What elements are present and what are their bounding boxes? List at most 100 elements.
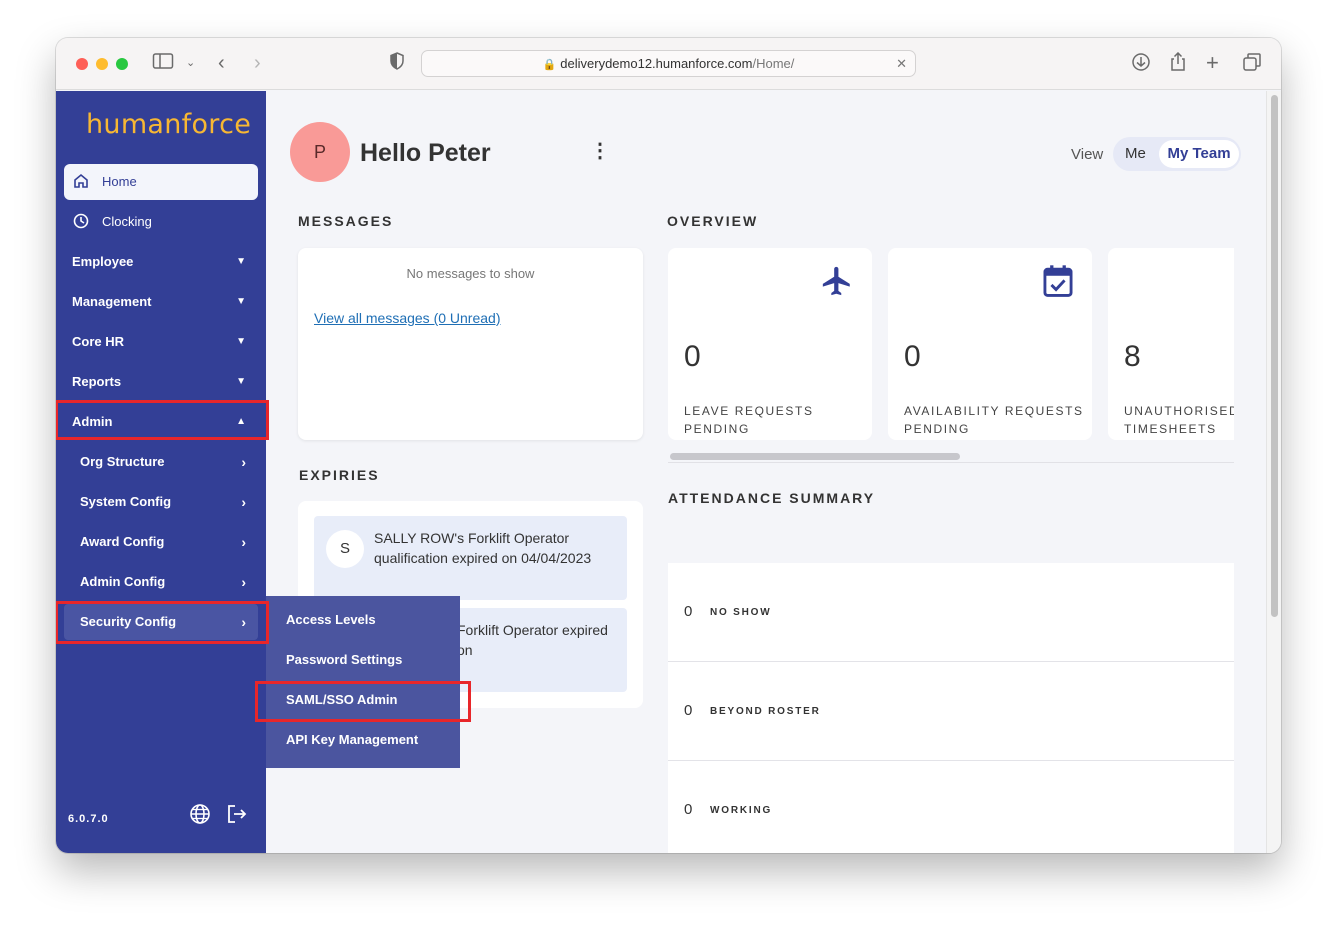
sidebar-toggle-icon[interactable]: [152, 52, 174, 74]
view-me-button[interactable]: Me: [1125, 137, 1146, 171]
clear-url-icon[interactable]: ✕: [896, 51, 907, 76]
overview-value: 0: [904, 340, 921, 373]
zoom-window-button[interactable]: [116, 58, 128, 70]
messages-card: No messages to show View all messages (0…: [298, 248, 643, 440]
highlight-security-config: [56, 601, 269, 644]
browser-toolbar: ⌄ ‹ › 🔒 deliverydemo12.humanforce.com/Hom…: [56, 38, 1281, 90]
sidebar: humanforce Home Clocking Employee ▼ Mana…: [56, 91, 266, 853]
attendance-row-no-show[interactable]: 0 NO SHOW: [668, 563, 1234, 662]
overview-scroll-thumb[interactable]: [670, 453, 960, 460]
menu-item-password-settings[interactable]: Password Settings: [266, 640, 460, 680]
chevron-down-icon: ▼: [236, 256, 246, 267]
expiries-title: EXPIRIES: [299, 467, 380, 483]
sidebar-item-label: Management: [72, 294, 152, 309]
sidebar-item-home[interactable]: Home: [64, 164, 258, 200]
address-bar[interactable]: 🔒 deliverydemo12.humanforce.com/Home/ ✕: [421, 50, 916, 77]
chevron-down-icon: ▼: [236, 376, 246, 387]
sidebar-item-system-config[interactable]: System Config ›: [64, 484, 258, 520]
minimize-window-button[interactable]: [96, 58, 108, 70]
view-label: View: [1071, 146, 1104, 163]
overview-value: 8: [1124, 340, 1141, 373]
overview-card-timesheets[interactable]: 8 UNAUTHORISED TIMESHEETS: [1108, 248, 1234, 440]
overview-card-leave[interactable]: 0 LEAVE REQUESTS PENDING: [668, 248, 872, 440]
sidebar-item-label: Home: [102, 174, 137, 189]
url-domain: deliverydemo12.humanforce.com: [560, 56, 753, 71]
chevron-right-icon: ›: [241, 574, 246, 590]
version-label: 6.0.7.0: [68, 813, 109, 825]
view-all-messages-link[interactable]: View all messages (0 Unread): [314, 310, 501, 326]
sidebar-item-label: Reports: [72, 374, 122, 389]
sidebar-item-employee[interactable]: Employee ▼: [64, 244, 258, 280]
globe-icon[interactable]: [189, 803, 211, 831]
tab-overview-icon[interactable]: [1242, 52, 1262, 74]
sidebar-item-admin-config[interactable]: Admin Config ›: [64, 564, 258, 600]
overview-title: OVERVIEW: [667, 213, 759, 229]
menu-item-api-key-management[interactable]: API Key Management: [266, 720, 460, 760]
airplane-icon: [820, 264, 854, 306]
sidebar-item-clocking[interactable]: Clocking: [64, 204, 258, 240]
clock-icon: [72, 204, 90, 240]
attendance-row-working[interactable]: 0 WORKING: [668, 761, 1234, 853]
sidebar-item-award-config[interactable]: Award Config ›: [64, 524, 258, 560]
messages-empty-text: No messages to show: [406, 266, 535, 281]
download-icon[interactable]: [1131, 52, 1151, 74]
sidebar-item-label: Employee: [72, 254, 134, 269]
attendance-value: 0: [684, 702, 693, 719]
sidebar-item-label: Core HR: [72, 334, 125, 349]
forward-icon[interactable]: ›: [254, 52, 261, 74]
overview-label: LEAVE REQUESTS PENDING: [684, 404, 814, 436]
more-options-icon[interactable]: ⋮: [590, 139, 610, 163]
overview-scrollbar[interactable]: [668, 451, 1234, 463]
expiry-text: Forklift Operator expired on: [457, 622, 608, 658]
sidebar-item-label: System Config: [80, 494, 172, 509]
share-icon[interactable]: [1169, 51, 1187, 74]
url-path: /Home/: [752, 56, 795, 71]
avatar: S: [326, 530, 364, 568]
attendance-value: 0: [684, 603, 693, 620]
attendance-row-beyond-roster[interactable]: 0 BEYOND ROSTER: [668, 662, 1234, 761]
highlight-saml-sso-admin: [255, 681, 471, 722]
chevron-right-icon: ›: [241, 454, 246, 470]
back-icon[interactable]: ‹: [218, 52, 225, 74]
overview-card-availability[interactable]: 0 AVAILABILITY REQUESTS PENDING: [888, 248, 1092, 440]
attendance-value: 0: [684, 801, 693, 818]
browser-window: ⌄ ‹ › 🔒 deliverydemo12.humanforce.com/Hom…: [56, 38, 1281, 853]
sidebar-item-org-structure[interactable]: Org Structure ›: [64, 444, 258, 480]
chevron-right-icon: ›: [241, 534, 246, 550]
sidebar-item-label: Org Structure: [80, 454, 165, 469]
avatar[interactable]: P: [290, 122, 350, 182]
logout-icon[interactable]: [226, 803, 248, 831]
highlight-admin: [56, 400, 269, 440]
view-my-team-button[interactable]: My Team: [1159, 140, 1239, 168]
attendance-label: WORKING: [710, 805, 773, 816]
new-tab-icon[interactable]: +: [1206, 52, 1219, 74]
chevron-down-icon: ▼: [236, 336, 246, 347]
sidebar-item-label: Clocking: [102, 214, 152, 229]
page-title: Hello Peter: [360, 139, 491, 167]
overview-value: 0: [684, 340, 701, 373]
close-window-button[interactable]: [76, 58, 88, 70]
overview-carousel: 0 LEAVE REQUESTS PENDING 0 AVAILABILITY R…: [668, 241, 1234, 446]
list-item[interactable]: S SALLY ROW's Forklift Operator qualific…: [314, 516, 627, 600]
page-scroll-thumb[interactable]: [1271, 95, 1278, 617]
sidebar-item-label: Award Config: [80, 534, 165, 549]
home-icon: [72, 164, 90, 200]
expiry-text: SALLY ROW's Forklift Operator qualificat…: [374, 530, 592, 566]
attendance-label: BEYOND ROSTER: [710, 706, 821, 717]
attendance-summary-title: ATTENDANCE SUMMARY: [668, 490, 876, 506]
attendance-card: 0 NO SHOW 0 BEYOND ROSTER 0 WORKING: [668, 563, 1234, 853]
chevron-down-icon[interactable]: ⌄: [186, 52, 195, 74]
menu-item-access-levels[interactable]: Access Levels: [266, 600, 460, 640]
calendar-check-icon: [1042, 264, 1074, 306]
attendance-label: NO SHOW: [710, 607, 772, 618]
shield-icon[interactable]: [389, 52, 405, 74]
sidebar-item-management[interactable]: Management ▼: [64, 284, 258, 320]
humanforce-logo[interactable]: humanforce: [86, 109, 251, 140]
overview-label: UNAUTHORISED TIMESHEETS: [1124, 404, 1234, 436]
page-scrollbar[interactable]: [1266, 91, 1281, 853]
sidebar-item-core-hr[interactable]: Core HR ▼: [64, 324, 258, 360]
lock-icon: 🔒: [542, 59, 557, 71]
sidebar-item-reports[interactable]: Reports ▼: [64, 364, 258, 400]
chevron-right-icon: ›: [241, 494, 246, 510]
chevron-down-icon: ▼: [236, 296, 246, 307]
